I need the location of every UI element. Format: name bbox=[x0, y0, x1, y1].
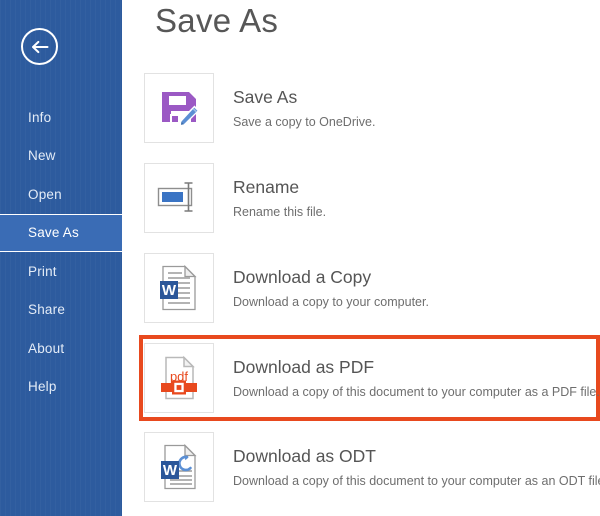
sidebar-item-open[interactable]: Open bbox=[0, 175, 122, 214]
sidebar-item-label: New bbox=[28, 148, 56, 163]
option-download-as-odt[interactable]: W Download as ODT Download a copy of thi… bbox=[139, 427, 600, 507]
main-pane: Save As bbox=[122, 0, 600, 516]
option-icon-container: pdf bbox=[144, 343, 214, 413]
sidebar-item-label: Info bbox=[28, 110, 51, 125]
back-button[interactable] bbox=[21, 28, 58, 65]
option-description: Download a copy to your computer. bbox=[233, 295, 429, 309]
sidebar-item-label: Print bbox=[28, 264, 57, 279]
option-save-as[interactable]: Save As Save a copy to OneDrive. bbox=[139, 68, 600, 148]
page-title: Save As bbox=[155, 2, 278, 40]
option-download-a-copy[interactable]: W Download a Copy Download a copy to you… bbox=[139, 248, 600, 328]
option-icon-container bbox=[144, 73, 214, 143]
sidebar-item-share[interactable]: Share bbox=[0, 291, 122, 330]
option-description: Download a copy of this document to your… bbox=[233, 385, 600, 399]
option-icon-container bbox=[144, 163, 214, 233]
svg-text:W: W bbox=[163, 462, 178, 479]
sidebar-item-new[interactable]: New bbox=[0, 137, 122, 176]
text-field-cursor-icon bbox=[156, 178, 202, 218]
option-text: Save As Save a copy to OneDrive. bbox=[214, 87, 375, 130]
sidebar-item-info[interactable]: Info bbox=[0, 98, 122, 137]
option-text: Download as PDF Download a copy of this … bbox=[214, 357, 600, 400]
option-text: Download as ODT Download a copy of this … bbox=[214, 446, 600, 489]
sidebar-item-label: Help bbox=[28, 379, 57, 394]
option-text: Download a Copy Download a copy to your … bbox=[214, 267, 429, 310]
option-description: Download a copy of this document to your… bbox=[233, 474, 600, 488]
option-text: Rename Rename this file. bbox=[214, 177, 326, 220]
odt-document-icon: W bbox=[158, 443, 200, 491]
sidebar-item-save-as[interactable]: Save As bbox=[0, 214, 122, 253]
arrow-left-circle-icon bbox=[30, 40, 49, 54]
sidebar-item-label: Share bbox=[28, 302, 65, 317]
sidebar-item-help[interactable]: Help bbox=[0, 368, 122, 407]
option-title: Download as PDF bbox=[233, 357, 600, 379]
pdf-document-icon: pdf bbox=[159, 354, 199, 402]
option-title: Save As bbox=[233, 87, 375, 109]
word-document-icon: W bbox=[158, 264, 200, 312]
sidebar-nav: Info New Open Save As Print Share About … bbox=[0, 98, 122, 406]
save-as-backstage-screen: Info New Open Save As Print Share About … bbox=[0, 0, 600, 516]
option-description: Rename this file. bbox=[233, 205, 326, 219]
option-icon-container: W bbox=[144, 432, 214, 502]
floppy-disk-pencil-icon bbox=[157, 86, 201, 130]
sidebar-item-label: About bbox=[28, 341, 64, 356]
sidebar: Info New Open Save As Print Share About … bbox=[0, 0, 122, 516]
sidebar-item-about[interactable]: About bbox=[0, 329, 122, 368]
option-rename[interactable]: Rename Rename this file. bbox=[139, 158, 600, 238]
sidebar-item-label: Save As bbox=[28, 225, 79, 240]
sidebar-item-label: Open bbox=[28, 187, 62, 202]
save-as-options-list: Save As Save a copy to OneDrive. bbox=[139, 68, 600, 516]
option-title: Download as ODT bbox=[233, 446, 600, 468]
option-download-as-pdf[interactable]: pdf Download as PDF Download a copy of t… bbox=[139, 335, 600, 421]
option-title: Download a Copy bbox=[233, 267, 429, 289]
option-icon-container: W bbox=[144, 253, 214, 323]
svg-text:W: W bbox=[162, 282, 177, 299]
option-description: Save a copy to OneDrive. bbox=[233, 115, 375, 129]
option-title: Rename bbox=[233, 177, 326, 199]
sidebar-item-print[interactable]: Print bbox=[0, 252, 122, 291]
